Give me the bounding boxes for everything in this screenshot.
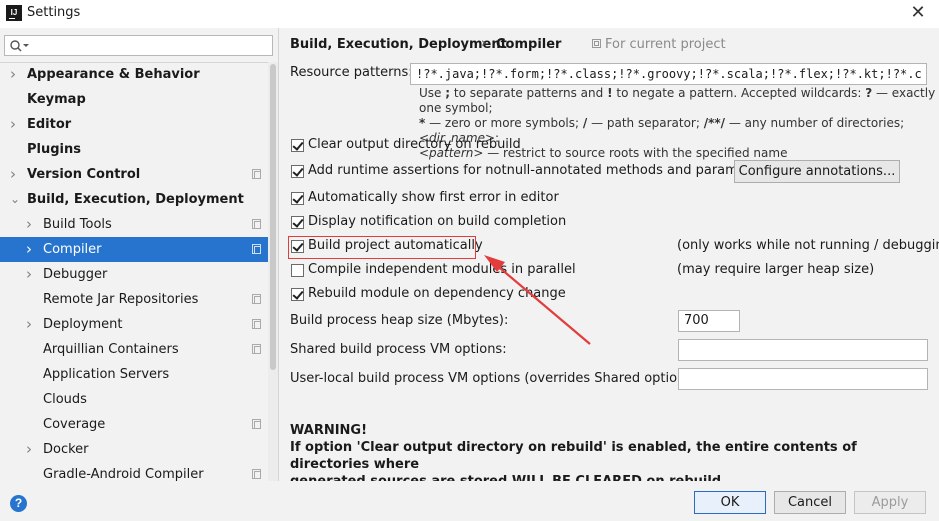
cancel-button[interactable]: Cancel [774, 491, 846, 514]
breadcrumb-current: Compiler [496, 37, 562, 52]
sidebar-item-editor[interactable]: › Editor [0, 112, 268, 137]
sidebar-item-build-tools[interactable]: › Build Tools [0, 212, 268, 237]
intellij-app-icon: IJ [6, 5, 22, 21]
resource-patterns-input[interactable]: !?*.java;!?*.form;!?*.class;!?*.groovy;!… [410, 63, 927, 85]
chevron-right-icon[interactable]: › [10, 162, 16, 187]
sidebar-item-appearance-behavior[interactable]: › Appearance & Behavior [0, 62, 268, 87]
sidebar-item-label: Plugins [27, 142, 81, 157]
chevron-right-icon[interactable]: › [10, 112, 16, 137]
sidebar-item-label: Debugger [43, 267, 108, 282]
sidebar-item-version-control[interactable]: › Version Control [0, 162, 268, 187]
sidebar-item-label: Appearance & Behavior [27, 67, 200, 82]
chevron-right-icon[interactable]: › [10, 62, 16, 87]
search-input[interactable] [4, 35, 273, 56]
option-label[interactable]: Rebuild module on dependency change [308, 286, 566, 301]
sidebar-item-label: Clouds [43, 392, 87, 407]
settings-tree: › Appearance & Behavior Keymap › Editor Plugi… [0, 62, 268, 482]
chevron-right-icon[interactable]: › [26, 312, 32, 337]
help-icon[interactable]: ? [10, 495, 27, 512]
sidebar-item-build-execution-deployment[interactable]: ⌄ Build, Execution, Deployment [0, 187, 268, 212]
option-label[interactable]: Automatically show first error in editor [308, 190, 559, 205]
project-scope-icon [252, 344, 261, 354]
project-scope-icon [252, 169, 261, 179]
annotation-highlight-box [288, 236, 476, 259]
option-checkbox[interactable] [291, 165, 304, 178]
sidebar-item-application-servers[interactable]: Application Servers [0, 362, 268, 387]
sidebar-item-keymap[interactable]: Keymap [0, 87, 268, 112]
option-note: (only works while not running / debuggin… [677, 238, 939, 253]
sidebar-item-debugger[interactable]: › Debugger [0, 262, 268, 287]
option-label[interactable]: Compile independent modules in parallel [308, 262, 576, 277]
scrollbar-thumb[interactable] [270, 64, 276, 370]
option-checkbox[interactable] [291, 216, 304, 229]
search-icon [10, 40, 29, 52]
breadcrumb-parent: Build, Execution, Deployment [290, 37, 507, 52]
sidebar-item-label: Remote Jar Repositories [43, 292, 199, 307]
sidebar-item-label: Coverage [43, 417, 106, 432]
sidebar-item-label: Editor [27, 117, 72, 132]
chevron-right-icon[interactable]: › [26, 237, 32, 262]
chevron-right-icon[interactable]: › [26, 437, 32, 462]
settings-sidebar: › Appearance & Behavior Keymap › Editor Plugi… [0, 28, 279, 482]
option-note: (may require larger heap size) [677, 262, 875, 277]
option-checkbox[interactable] [291, 288, 304, 301]
project-scope-icon [252, 469, 261, 479]
option-checkbox[interactable] [291, 139, 304, 152]
warning-line-1: If option 'Clear output directory on reb… [290, 440, 857, 472]
sidebar-item-plugins[interactable]: Plugins [0, 137, 268, 162]
shared-vm-options-label: Shared build process VM options: [290, 342, 507, 357]
option-checkbox[interactable] [291, 264, 304, 277]
resource-patterns-label: Resource patterns: [290, 65, 413, 80]
sidebar-item-label: Build, Execution, Deployment [27, 192, 244, 207]
tree-scrollbar[interactable] [268, 62, 278, 481]
project-scope-icon [252, 219, 261, 229]
project-scope-icon [592, 39, 601, 48]
close-icon[interactable]: ✕ [903, 0, 933, 26]
chevron-down-icon[interactable]: ⌄ [10, 187, 20, 212]
sidebar-item-docker[interactable]: › Docker [0, 437, 268, 462]
sidebar-item-label: Build Tools [43, 217, 112, 232]
title-bar: IJ Settings ✕ [0, 0, 939, 28]
sidebar-item-label: Deployment [43, 317, 123, 332]
apply-button[interactable]: Apply [854, 491, 926, 514]
sidebar-item-label: Docker [43, 442, 89, 457]
option-label[interactable]: Clear output directory on rebuild [308, 137, 521, 152]
option-label[interactable]: Add runtime assertions for notnull-annot… [308, 163, 771, 178]
heap-size-label: Build process heap size (Mbytes): [290, 313, 509, 328]
breadcrumb-separator: › [481, 36, 487, 51]
window-title: Settings [27, 5, 81, 20]
project-scope-icon [252, 319, 261, 329]
shared-vm-options-input[interactable] [678, 339, 928, 361]
heap-size-input[interactable]: 700 [678, 310, 740, 332]
sidebar-item-deployment[interactable]: › Deployment [0, 312, 268, 337]
user-vm-options-input[interactable] [678, 368, 928, 390]
ok-button[interactable]: OK [694, 491, 766, 514]
chevron-right-icon[interactable]: › [26, 262, 32, 287]
user-vm-options-label: User-local build process VM options (ove… [290, 371, 702, 386]
project-scope-icon [252, 244, 261, 254]
sidebar-item-compiler[interactable]: › Compiler [0, 237, 268, 262]
scope-text: For current project [605, 37, 726, 52]
sidebar-item-remote-jar-repositories[interactable]: Remote Jar Repositories [0, 287, 268, 312]
project-scope-icon [252, 294, 261, 304]
sidebar-item-label: Version Control [27, 167, 141, 182]
sidebar-item-coverage[interactable]: Coverage [0, 412, 268, 437]
project-scope-icon [252, 419, 261, 429]
sidebar-item-label: Keymap [27, 92, 86, 107]
warning-text: WARNING! If option 'Clear output directo… [290, 422, 930, 490]
chevron-right-icon[interactable]: › [26, 212, 32, 237]
sidebar-item-label: Application Servers [43, 367, 170, 382]
warning-title: WARNING! [290, 423, 368, 438]
sidebar-item-arquillian-containers[interactable]: Arquillian Containers [0, 337, 268, 362]
sidebar-item-clouds[interactable]: Clouds [0, 387, 268, 412]
sidebar-item-label: Arquillian Containers [43, 342, 179, 357]
scope-label: For current project [592, 37, 726, 52]
configure-annotations-button[interactable]: Configure annotations... [734, 160, 900, 183]
option-label[interactable]: Display notification on build completion [308, 214, 566, 229]
sidebar-item-label: Compiler [43, 242, 102, 257]
option-checkbox[interactable] [291, 192, 304, 205]
